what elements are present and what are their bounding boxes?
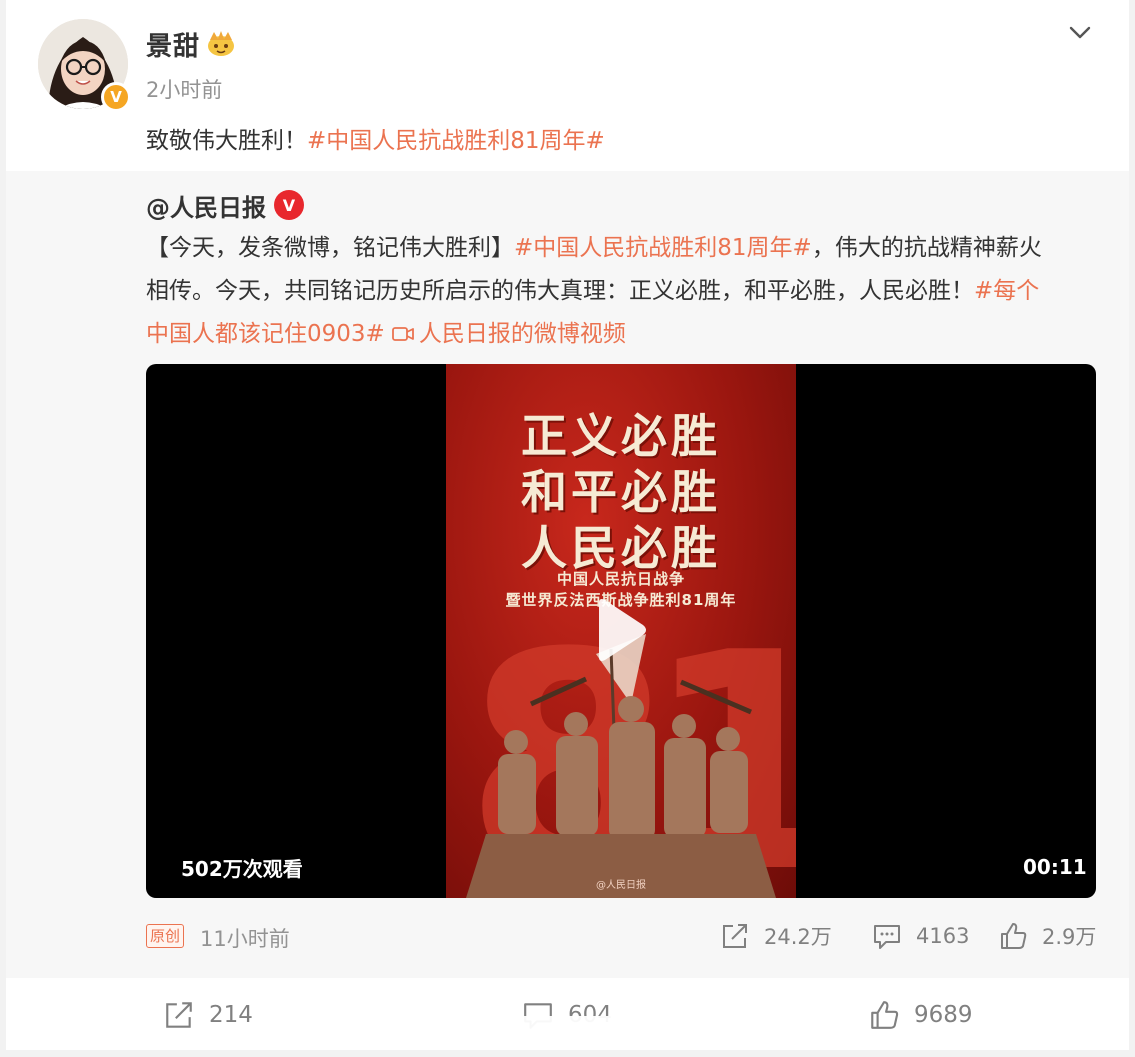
repost-text: 【今天，发条微博，铭记伟大胜利】 bbox=[146, 235, 514, 261]
like-button[interactable]: 9689 bbox=[868, 998, 973, 1032]
repost-share-button[interactable]: 24.2万 bbox=[720, 920, 832, 952]
video-player[interactable]: 81 正义必胜 和平必胜 人民必胜 中国人民抗日战争 暨世界反法西斯战争胜利81… bbox=[146, 364, 1096, 898]
comment-icon bbox=[874, 925, 900, 949]
repost-comment-button[interactable]: 4163 bbox=[872, 920, 969, 952]
repost-time[interactable]: 11小时前 bbox=[200, 923, 290, 953]
repost-like-count: 2.9万 bbox=[1042, 925, 1097, 949]
repost-text: 相传。今天，共同铭记历史所启示的伟大真理：正义必胜，和平必胜，人民必胜！ bbox=[146, 278, 974, 304]
repost-share-count: 24.2万 bbox=[764, 925, 832, 949]
repost-text-line-1: 【今天，发条微博，铭记伟大胜利】#中国人民抗战胜利81周年#，伟大的抗战精神薪火 bbox=[146, 228, 1042, 262]
share-icon bbox=[723, 924, 747, 948]
loading-overlay bbox=[450, 1016, 680, 1046]
like-count: 9689 bbox=[914, 1002, 973, 1028]
poster-watermark: @人民日报 bbox=[596, 880, 646, 891]
repost-hashtag-2-cont[interactable]: 中国人都该记住0903# bbox=[146, 321, 385, 347]
post-hashtag[interactable]: #中国人民抗战胜利81周年# bbox=[307, 128, 605, 154]
share-icon bbox=[166, 1002, 192, 1028]
thumbs-up-icon bbox=[1001, 923, 1027, 949]
chevron-down-icon[interactable] bbox=[1066, 22, 1094, 44]
post-text-body: 致敬伟大胜利！ bbox=[146, 128, 307, 154]
post-text: 致敬伟大胜利！#中国人民抗战胜利81周年# bbox=[146, 121, 605, 155]
share-count: 214 bbox=[209, 1002, 253, 1028]
play-icon[interactable] bbox=[593, 597, 649, 663]
repost-hashtag-2[interactable]: #每个 bbox=[974, 278, 1039, 304]
video-link[interactable]: 人民日报的微博视频 bbox=[385, 321, 626, 347]
repost-text: ，伟大的抗战精神薪火 bbox=[811, 235, 1042, 261]
crown-icon bbox=[208, 31, 234, 56]
repost-author[interactable]: @人民日报 bbox=[146, 188, 266, 223]
original-badge: 原创 bbox=[146, 924, 185, 948]
repost-hashtag[interactable]: #中国人民抗战胜利81周年# bbox=[514, 235, 812, 261]
post-time[interactable]: 2小时前 bbox=[146, 74, 222, 104]
thumbs-up-icon bbox=[871, 1001, 899, 1029]
verified-icon: V bbox=[274, 190, 304, 220]
video-view-count: 502万次观看 bbox=[181, 857, 303, 881]
repost-like-button[interactable]: 2.9万 bbox=[998, 920, 1096, 952]
share-button[interactable]: 214 bbox=[163, 998, 253, 1032]
video-duration: 00:11 bbox=[1023, 855, 1087, 879]
repost-comment-count: 4163 bbox=[916, 924, 970, 948]
video-camera-icon bbox=[391, 327, 414, 341]
repost-text-line-3: 中国人都该记住0903# 人民日报的微博视频 bbox=[146, 314, 626, 348]
verified-badge-icon: V bbox=[101, 82, 131, 112]
author-name[interactable]: 景甜 bbox=[146, 26, 200, 63]
video-link-label[interactable]: 人民日报的微博视频 bbox=[419, 321, 626, 347]
repost-text-line-2: 相传。今天，共同铭记历史所启示的伟大真理：正义必胜，和平必胜，人民必胜！#每个 bbox=[146, 271, 1039, 305]
